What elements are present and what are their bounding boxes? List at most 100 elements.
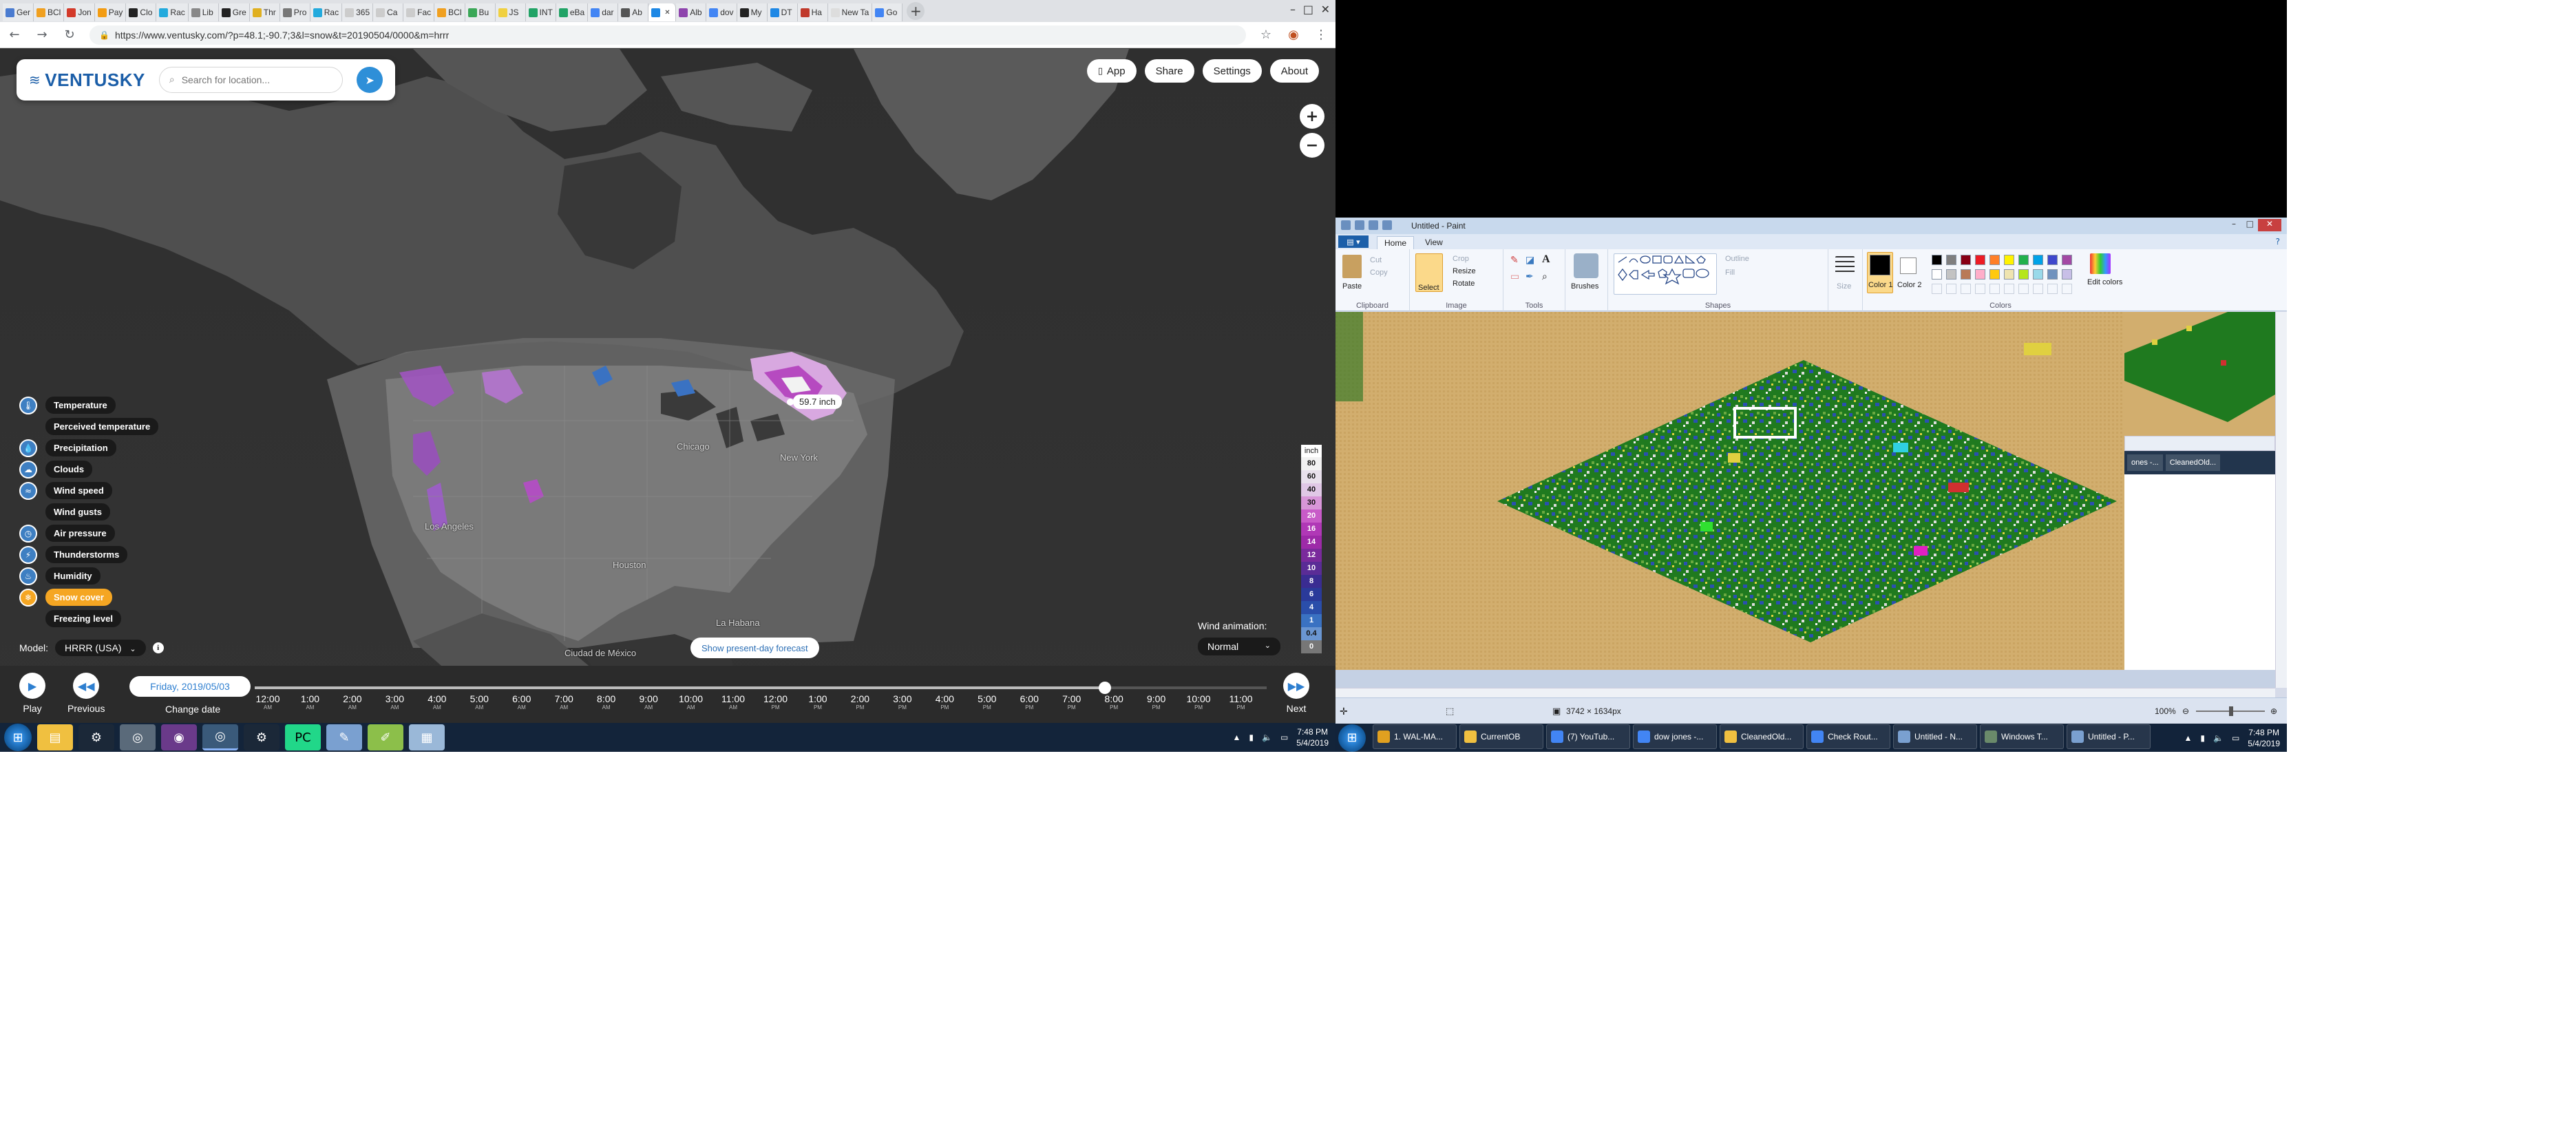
browser-tab[interactable]: Pay — [94, 3, 127, 21]
chrome-menu-icon[interactable]: ⋮ — [1313, 28, 1329, 42]
action-center-icon[interactable]: ▭ — [2232, 733, 2239, 743]
magnifier-icon[interactable]: ⌕ — [1542, 271, 1548, 282]
palette-color-swatch[interactable] — [1975, 269, 1985, 280]
ventusky-logo[interactable]: ≋ VENTUSKY — [29, 70, 145, 91]
custom-color-slot[interactable] — [1975, 284, 1985, 294]
volume-icon[interactable]: 🔈 — [2213, 733, 2224, 743]
layer-item[interactable]: Perceived temperature — [19, 418, 159, 435]
obs-icon[interactable]: ◉ — [161, 724, 197, 750]
paste-icon[interactable] — [1342, 255, 1362, 278]
previous-icon[interactable]: ◀◀ — [73, 673, 100, 699]
browser-tab[interactable]: eBa — [556, 3, 589, 21]
hour-tick[interactable]: 3:00 PM — [881, 693, 924, 711]
taskbar-window-button[interactable]: 1. WAL-MA... — [1373, 724, 1457, 749]
browser-tab[interactable]: Bu — [465, 3, 496, 21]
minimize-icon[interactable]: – — [1290, 3, 1296, 16]
browser-tab[interactable]: Clo — [126, 3, 157, 21]
tab-view[interactable]: View — [1418, 236, 1450, 249]
color2-swatch[interactable] — [1900, 257, 1917, 274]
share-button[interactable]: Share — [1144, 59, 1194, 83]
windows-start-icon[interactable]: ⊞ — [1338, 724, 1366, 752]
zoom-in-icon[interactable]: ⊕ — [2270, 706, 2277, 716]
custom-color-slot[interactable] — [2033, 284, 2043, 294]
taskbar-window-button[interactable]: Windows T... — [1980, 724, 2064, 749]
browser-tab[interactable]: Go — [872, 3, 903, 21]
date-picker[interactable]: Friday, 2019/05/03 — [129, 676, 251, 697]
maximize-icon[interactable]: □ — [2246, 219, 2254, 231]
fill-button[interactable]: Fill — [1725, 269, 1735, 277]
search-input[interactable] — [181, 74, 326, 85]
brushes-button[interactable]: Brushes — [1571, 282, 1598, 291]
custom-color-slot[interactable] — [2004, 284, 2014, 294]
browser-tab[interactable]: dar — [588, 3, 619, 21]
browser-tab[interactable]: Ger — [3, 3, 34, 21]
chrome-icon[interactable]: ◎ — [202, 724, 238, 750]
custom-color-slot[interactable] — [2062, 284, 2072, 294]
next-icon[interactable]: ▶▶ — [1283, 673, 1309, 699]
chrome-icon[interactable]: ◎ — [120, 724, 156, 750]
forward-icon[interactable]: → — [34, 28, 50, 42]
layer-item[interactable]: Freezing level — [19, 610, 158, 627]
paint-canvas[interactable] — [1335, 312, 2124, 670]
custom-color-slot[interactable] — [1961, 284, 1971, 294]
timeline-track[interactable] — [255, 686, 1267, 689]
browser-tab[interactable]: Ca — [373, 3, 404, 21]
browser-tab[interactable]: Pro — [279, 3, 310, 21]
palette-color-swatch[interactable] — [1975, 255, 1985, 265]
snow-depth-marker-label[interactable]: 59.7 inch — [793, 395, 842, 409]
outline-button[interactable]: Outline — [1725, 255, 1749, 263]
layer-item[interactable]: Wind gusts — [19, 503, 158, 521]
hour-tick[interactable]: 8:00 AM — [585, 693, 628, 711]
browser-tab[interactable]: Fac — [403, 3, 435, 21]
windows-start-icon[interactable]: ⊞ — [4, 724, 32, 751]
custom-color-slot[interactable] — [1946, 284, 1956, 294]
hour-tick[interactable]: 12:00 AM — [246, 693, 289, 711]
browser-tab[interactable]: Gre — [218, 3, 250, 21]
browser-tab[interactable]: Ab — [618, 3, 649, 21]
color1-swatch[interactable] — [1870, 255, 1890, 275]
settings-button[interactable]: Settings — [1202, 59, 1262, 83]
copy-button[interactable]: Copy — [1370, 269, 1388, 277]
browser-tab[interactable]: ✕ — [648, 3, 677, 21]
palette-color-swatch[interactable] — [1961, 269, 1971, 280]
palette-color-swatch[interactable] — [1989, 269, 2000, 280]
undo-icon[interactable] — [1369, 220, 1378, 230]
volume-icon[interactable]: 🔈 — [1262, 733, 1272, 742]
browser-tab[interactable]: 365 — [342, 3, 374, 21]
hour-tick[interactable]: 1:00 AM — [288, 693, 331, 711]
cut-button[interactable]: Cut — [1370, 256, 1382, 264]
browser-tab[interactable]: Rac — [156, 3, 189, 21]
palette-color-swatch[interactable] — [2033, 255, 2043, 265]
browser-tab[interactable]: Lib — [188, 3, 219, 21]
paint-app-icon[interactable] — [1341, 220, 1351, 230]
tab-home[interactable]: Home — [1377, 236, 1415, 249]
layer-item[interactable]: ⚡ Thunderstorms — [19, 545, 158, 564]
hour-tick[interactable]: 10:00 AM — [670, 693, 712, 711]
hour-tick[interactable]: 2:00 PM — [838, 693, 881, 711]
rotate-button[interactable]: Rotate — [1453, 280, 1475, 288]
hour-tick[interactable]: 6:00 PM — [1008, 693, 1051, 711]
taskbar-window-button[interactable]: CleanedOld... — [1720, 724, 1804, 749]
new-tab-button[interactable]: + — [907, 2, 925, 20]
horizontal-scrollbar[interactable] — [1335, 688, 2275, 697]
steam-icon[interactable]: ⚙ — [244, 724, 279, 750]
zoom-out-button[interactable]: − — [1300, 133, 1324, 158]
hour-tick[interactable]: 11:00 PM — [1220, 693, 1263, 711]
shapes-gallery[interactable] — [1614, 253, 1717, 295]
hour-tick[interactable]: 7:00 PM — [1051, 693, 1093, 711]
hour-tick[interactable]: 11:00 AM — [712, 693, 754, 711]
layer-item[interactable]: ≈ Wind speed — [19, 481, 158, 500]
palette-color-swatch[interactable] — [1946, 269, 1956, 280]
layer-item[interactable]: ☁ Clouds — [19, 460, 158, 479]
extension-icon[interactable]: ◉ — [1286, 28, 1301, 42]
hour-tick[interactable]: 4:00 PM — [923, 693, 966, 711]
hour-tick[interactable]: 7:00 AM — [542, 693, 585, 711]
zoom-slider-thumb[interactable] — [2229, 706, 2233, 716]
palette-color-swatch[interactable] — [1989, 255, 2000, 265]
wind-animation-dropdown[interactable]: Normal ⌄ — [1198, 638, 1280, 655]
brushes-icon[interactable] — [1574, 253, 1598, 278]
palette-color-swatch[interactable] — [2004, 255, 2014, 265]
taskbar-window-button[interactable]: Check Rout... — [1806, 724, 1890, 749]
file-menu-button[interactable]: ▤ ▾ — [1338, 235, 1369, 248]
steam-icon[interactable]: ⚙ — [78, 724, 114, 750]
